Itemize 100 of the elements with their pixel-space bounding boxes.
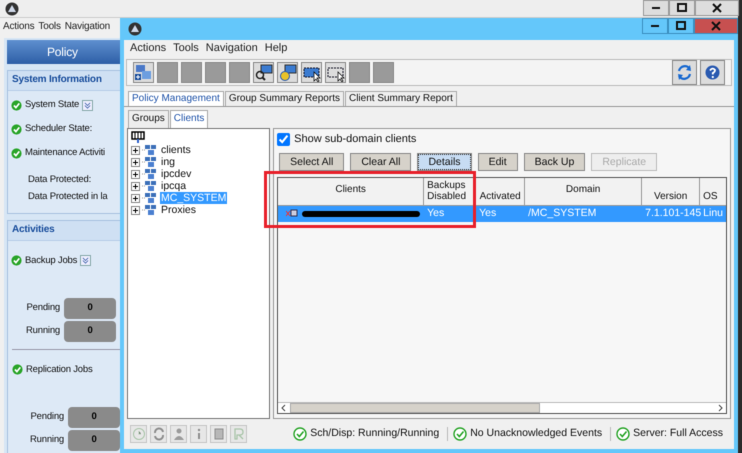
- action-button[interactable]: Clear All: [350, 152, 412, 170]
- computer-search-icon: [254, 62, 273, 82]
- status-label: System State: [25, 99, 80, 112]
- group-icon: [142, 204, 158, 216]
- scrollbar-thumb[interactable]: [290, 403, 540, 413]
- clock-icon: [132, 427, 146, 441]
- refresh-icon: [675, 62, 694, 82]
- toolbar-button[interactable]: [325, 62, 346, 83]
- minimize-button[interactable]: [643, 0, 669, 16]
- minimize-icon: [652, 7, 660, 9]
- expand-icon[interactable]: [131, 194, 140, 203]
- table-cell-text: Yes: [478, 206, 498, 221]
- group-icon: [142, 168, 158, 180]
- column-header[interactable]: Domain: [525, 178, 642, 206]
- counter-value: 0: [64, 298, 116, 318]
- maximize-icon: [675, 2, 689, 14]
- expand-icon[interactable]: [131, 182, 140, 191]
- tab[interactable]: Clients: [170, 110, 208, 128]
- tab[interactable]: Group Summary Reports: [224, 90, 344, 106]
- maximize-icon: [674, 20, 688, 32]
- expand-icon[interactable]: [131, 206, 140, 215]
- expand-button[interactable]: [80, 255, 92, 266]
- tree-item[interactable]: Proxies: [160, 204, 198, 216]
- job-label: Replication Jobs: [26, 364, 93, 376]
- group-icon: [142, 192, 158, 204]
- action-button[interactable]: Select All: [279, 152, 344, 170]
- help-icon: [703, 62, 722, 82]
- new-policy-icon: [134, 62, 153, 82]
- minimize-button[interactable]: [642, 18, 668, 34]
- column-header[interactable]: Activated: [476, 178, 526, 206]
- status-icon: [12, 364, 23, 375]
- table-cell-text: 7.1.101-145: [644, 206, 700, 221]
- menu-item[interactable]: Navigation: [64, 21, 110, 34]
- tab[interactable]: Policy Management: [128, 90, 224, 106]
- column-header[interactable]: Version: [642, 178, 700, 206]
- counter-label: Running: [29, 434, 64, 446]
- counter-value: 0: [68, 406, 120, 428]
- menu-item[interactable]: Navigation: [206, 42, 258, 56]
- menu-item[interactable]: Tools: [38, 21, 61, 34]
- job-label: Backup Jobs: [25, 254, 78, 266]
- action-button[interactable]: Details: [417, 152, 472, 170]
- tab[interactable]: Groups: [128, 110, 169, 128]
- table-cell-text: Linu: [702, 206, 724, 221]
- counter-value: 0: [64, 320, 116, 342]
- maximize-button[interactable]: [668, 18, 694, 34]
- close-button[interactable]: [695, 0, 739, 16]
- table-cell-text: Yes: [426, 206, 446, 221]
- column-header[interactable]: Clients: [278, 178, 424, 206]
- menu-item[interactable]: Actions: [3, 21, 34, 34]
- tree-item[interactable]: ing: [160, 156, 176, 168]
- tree-item[interactable]: ipcdev: [160, 168, 192, 180]
- tab[interactable]: Client Summary Report: [344, 90, 457, 106]
- counter-label: Running: [25, 325, 60, 337]
- toolbar-button[interactable]: [301, 62, 322, 83]
- checkbox-label: Show sub-domain clients: [294, 132, 416, 146]
- toolbar-button[interactable]: [277, 62, 298, 83]
- logo-icon: [5, 2, 19, 16]
- status-icon: [11, 124, 22, 135]
- refresh-button[interactable]: [672, 60, 697, 85]
- computer-globe-icon: [278, 62, 297, 82]
- status-icon: [11, 255, 22, 266]
- toolbar-button[interactable]: [253, 62, 274, 83]
- table-cell-text: /MC_SYSTEM: [527, 206, 598, 221]
- group-icon: [142, 156, 158, 168]
- column-header[interactable]: OS: [700, 178, 726, 206]
- maximize-button[interactable]: [669, 0, 695, 16]
- counter-value: 0: [68, 430, 120, 450]
- check-icon: [293, 427, 308, 441]
- expand-icon[interactable]: [131, 170, 140, 179]
- tree-item[interactable]: clients: [160, 144, 192, 156]
- counter-label: Pending: [26, 302, 60, 314]
- help-button[interactable]: [700, 60, 725, 85]
- status-text: No Unacknowledged Events: [470, 427, 602, 441]
- expand-icon[interactable]: [131, 146, 140, 155]
- person-icon: [172, 427, 186, 441]
- expand-button[interactable]: [82, 100, 94, 111]
- data-label: Data Protected in la: [28, 190, 108, 203]
- group-icon: [142, 144, 158, 156]
- minimize-icon: [651, 25, 659, 27]
- status-icon: [11, 148, 22, 159]
- group-icon: [142, 180, 158, 192]
- tree-item[interactable]: ipcqa: [160, 180, 188, 192]
- close-icon: [709, 20, 723, 32]
- report-icon: [232, 427, 246, 441]
- action-button[interactable]: Back Up: [524, 152, 586, 170]
- data-label: Data Protected:: [28, 174, 92, 186]
- status-label: Scheduler State:: [25, 123, 92, 136]
- counter-label: Pending: [30, 411, 64, 423]
- show-subdomain-checkbox[interactable]: [277, 133, 290, 146]
- menu-item[interactable]: Help: [264, 42, 288, 56]
- action-button[interactable]: Edit: [478, 152, 518, 170]
- expand-icon[interactable]: [131, 158, 140, 167]
- check-icon: [616, 427, 630, 441]
- status-label: Maintenance Activiti: [25, 147, 105, 160]
- status-text: Server: Full Access: [633, 427, 723, 441]
- client-icon: [286, 208, 298, 218]
- status-text: Sch/Disp: Running/Running: [310, 427, 440, 441]
- toolbar-button[interactable]: [133, 62, 154, 83]
- menu-item[interactable]: Tools: [173, 42, 199, 56]
- sync-icon: [152, 427, 166, 441]
